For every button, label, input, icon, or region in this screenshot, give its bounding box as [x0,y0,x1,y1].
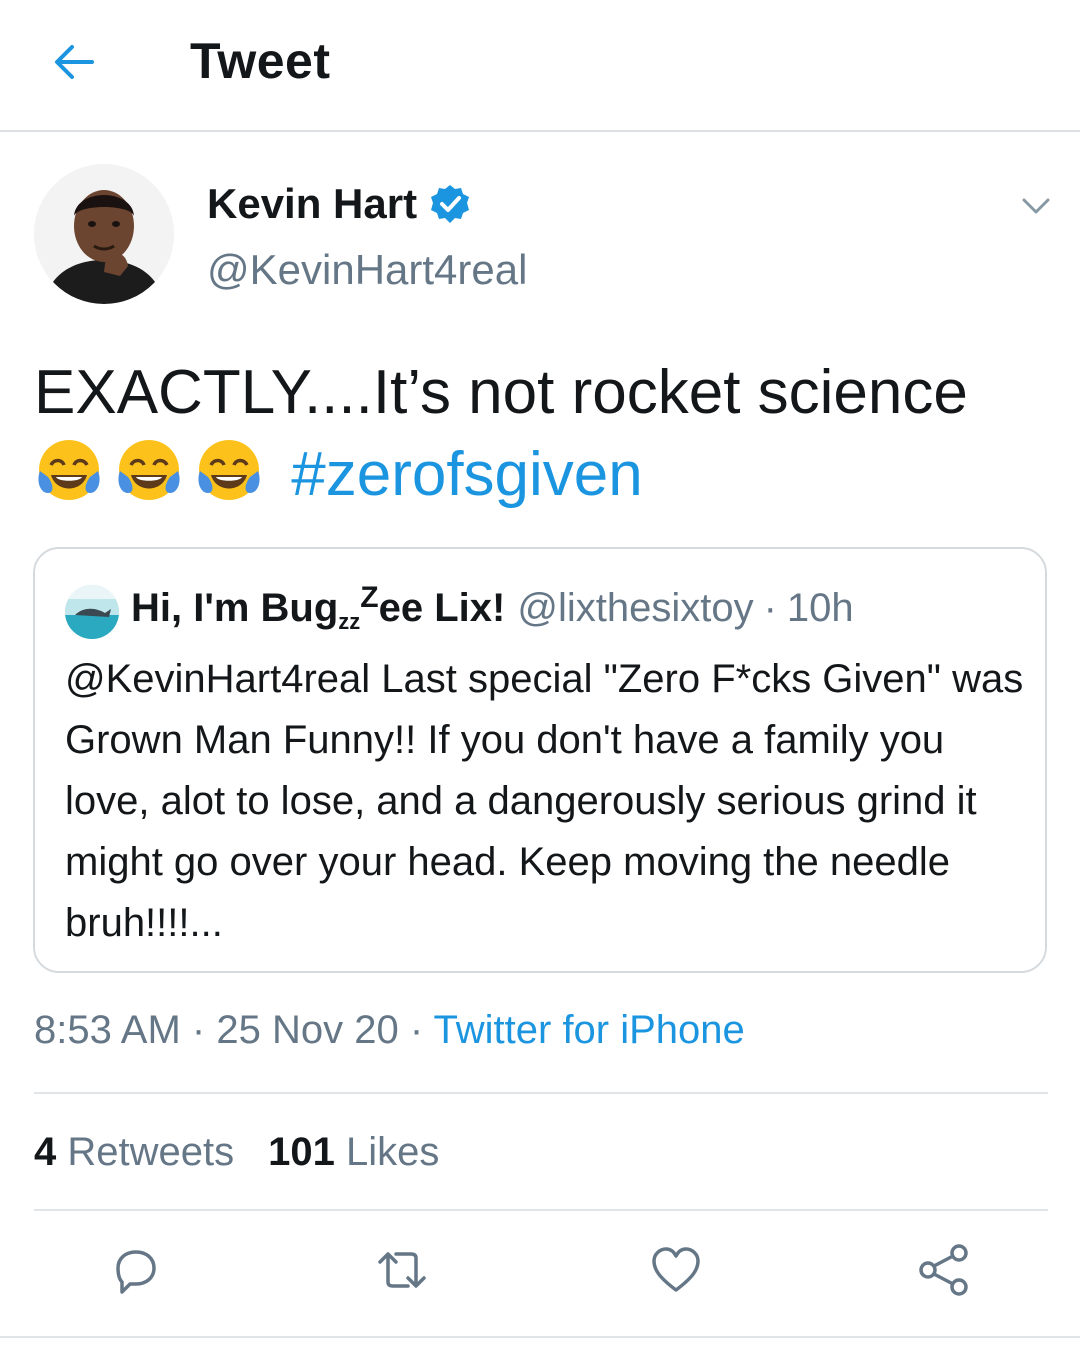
quoted-tweet-card[interactable]: Hi, I'm BugzzZee Lix! @lixthesixtoy · 10… [33,547,1047,973]
author-avatar[interactable] [34,164,174,304]
like-button[interactable] [646,1240,706,1300]
share-button[interactable] [914,1240,974,1300]
quoted-tweet-text: @KevinHart4real Last special "Zero F*cks… [65,657,1024,945]
arrow-left-icon [55,45,94,79]
separator-dot: · [191,1008,206,1052]
hashtag-link[interactable]: #zerofsgiven [291,440,643,509]
divider [0,1336,1080,1338]
author-name-text: Kevin Hart [207,180,418,227]
tweet-meta: 8:53 AM · 25 Nov 20 · Twitter for iPhone [34,1008,745,1053]
retweets-stat[interactable]: 4 Retweets [34,1130,234,1174]
reply-button[interactable] [106,1240,166,1300]
quoted-author-handle: @lixthesixtoy [517,586,754,630]
top-bar: Tweet [0,0,1080,132]
tweet-date: 25 Nov 20 [216,1008,399,1052]
tears-of-joy-emoji-icon [118,440,180,500]
action-bar [0,1240,1080,1310]
separator-dot: · [763,586,777,630]
quoted-author-avatar [65,585,119,639]
quoted-tweet-header: Hi, I'm BugzzZee Lix! @lixthesixtoy · 10… [131,581,854,635]
retweet-button[interactable] [372,1240,432,1300]
reply-icon [116,1250,156,1294]
author-name[interactable]: Kevin Hart [207,180,471,228]
verified-badge-icon [431,185,470,223]
tweet-time: 8:53 AM [34,1008,181,1052]
tears-of-joy-emoji-icon [38,440,100,500]
divider [34,1092,1048,1094]
tweet-body: EXACTLY....It’s not rocket science [34,358,968,427]
client-link[interactable]: Twitter for iPhone [434,1008,745,1052]
page-title: Tweet [190,33,331,89]
divider [34,1209,1048,1211]
tweet-text: EXACTLY....It’s not rocket science #zero… [34,352,1044,516]
author-handle[interactable]: @KevinHart4real [207,246,527,294]
quoted-tweet-time: 10h [786,586,854,630]
retweet-icon [378,1252,426,1288]
tears-of-joy-emoji-icon [198,440,260,500]
like-icon [652,1247,700,1292]
separator-dot: · [409,1008,424,1052]
quoted-author-name: Hi, I'm BugzzZee Lix! [131,581,506,634]
chevron-down-icon[interactable] [1016,188,1056,224]
back-button[interactable] [48,36,100,88]
likes-stat[interactable]: 101 Likes [268,1130,439,1174]
share-icon [919,1244,968,1296]
tweet-stats: 4 Retweets 101 Likes [34,1130,439,1175]
